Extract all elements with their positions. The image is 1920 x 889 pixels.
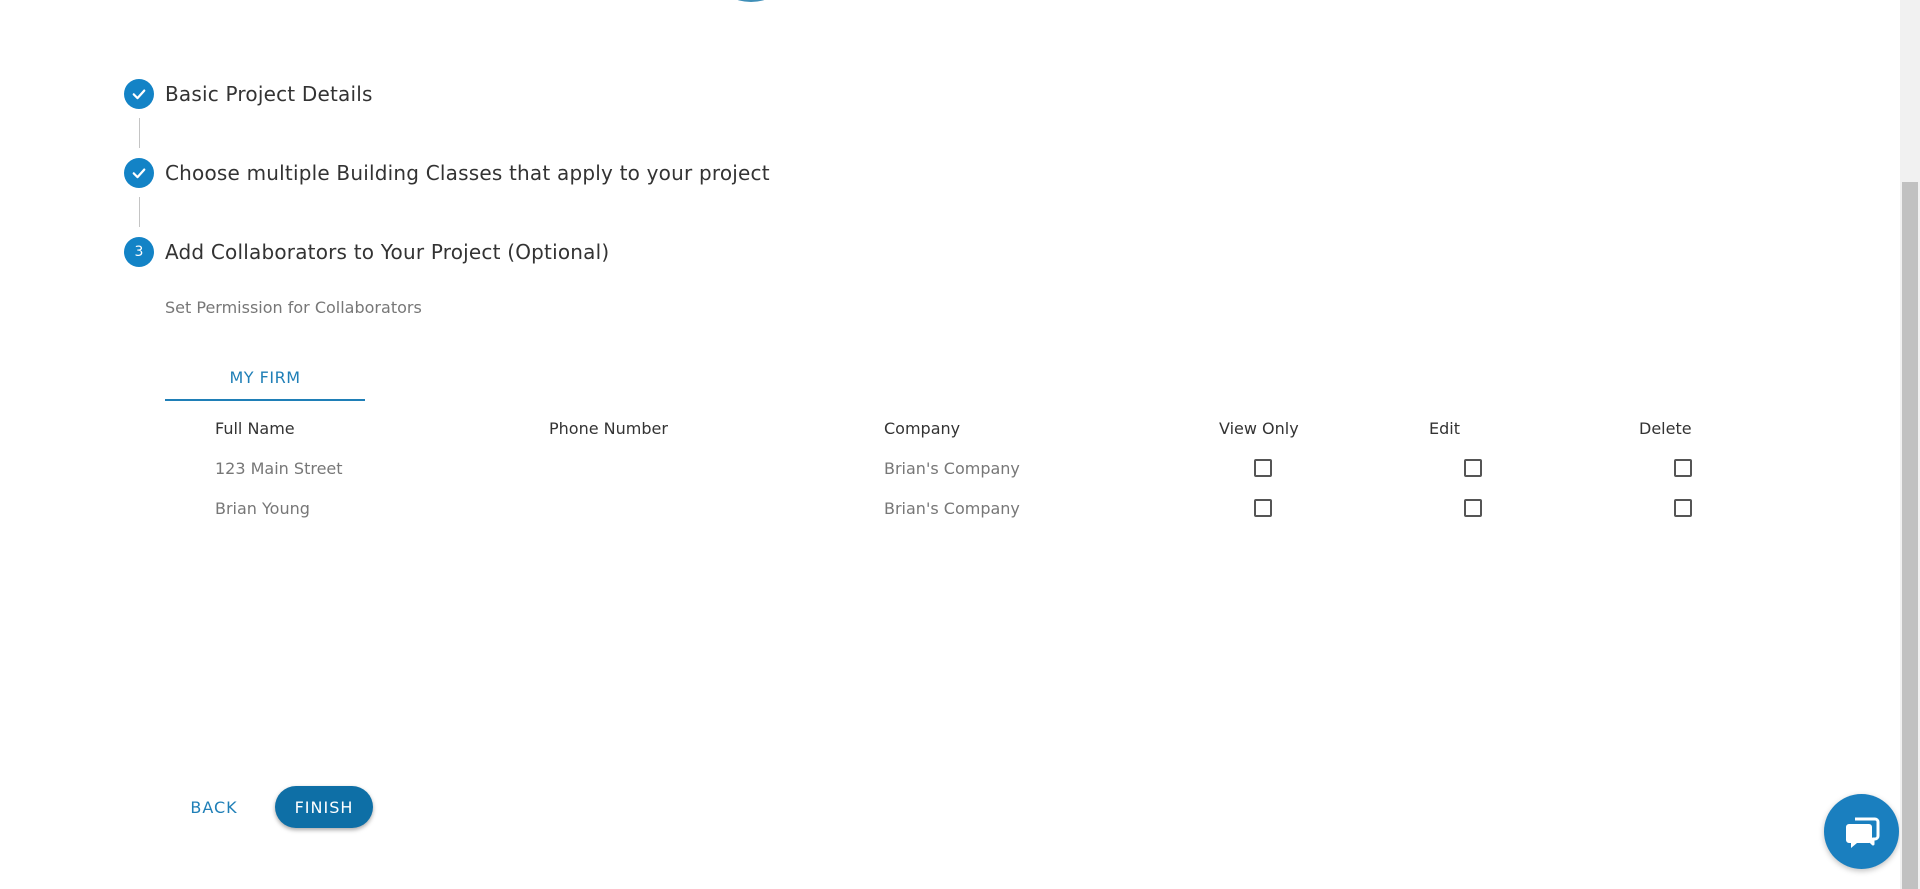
step-3-number: 3 [124,237,154,267]
step-add-collaborators: 3 Add Collaborators to Your Project (Opt… [124,237,609,267]
edit-checkbox[interactable] [1464,499,1482,517]
view-only-checkbox[interactable] [1254,499,1272,517]
table-row: 123 Main Street Brian's Company [215,448,1695,488]
row-full-name: 123 Main Street [215,458,343,478]
view-only-checkbox[interactable] [1254,459,1272,477]
step-2-label: Choose multiple Building Classes that ap… [165,161,770,185]
delete-checkbox[interactable] [1674,499,1692,517]
section-subtitle: Set Permission for Collaborators [165,298,422,317]
header-company: Company [884,418,961,438]
step-basic-project-details: Basic Project Details [124,79,373,109]
header-delete: Delete [1639,418,1692,438]
back-button[interactable]: BACK [178,786,250,828]
row-view-only-cell [1233,488,1293,528]
page: Basic Project Details Choose multiple Bu… [0,0,1920,889]
header-view-only: View Only [1219,418,1299,438]
edit-checkbox[interactable] [1464,459,1482,477]
step-1-check-icon [124,79,154,109]
chat-launcher-button[interactable] [1824,794,1899,869]
finish-button[interactable]: FINISH [275,786,373,828]
step-2-check-icon [124,158,154,188]
row-company: Brian's Company [884,498,1020,518]
table-header-row: Full Name Phone Number Company View Only… [215,408,1695,448]
step-connector [139,197,140,227]
collaborators-table: Full Name Phone Number Company View Only… [215,408,1695,528]
header-full-name: Full Name [215,418,295,438]
top-avatar-arc [722,0,780,2]
header-edit: Edit [1429,418,1460,438]
vertical-scrollbar[interactable] [1900,0,1920,889]
row-edit-cell [1443,448,1503,488]
row-edit-cell [1443,488,1503,528]
table-row: Brian Young Brian's Company [215,488,1695,528]
step-3-label: Add Collaborators to Your Project (Optio… [165,240,610,264]
scrollbar-thumb[interactable] [1902,182,1918,889]
tab-my-firm[interactable]: MY FIRM [165,355,365,401]
step-building-classes: Choose multiple Building Classes that ap… [124,158,770,188]
row-full-name: Brian Young [215,498,310,518]
row-company: Brian's Company [884,458,1020,478]
delete-checkbox[interactable] [1674,459,1692,477]
row-delete-cell [1653,448,1713,488]
chat-bubble-icon [1845,817,1879,848]
tab-bar: MY FIRM [165,355,365,401]
step-connector [139,118,140,148]
header-phone-number: Phone Number [549,418,668,438]
step-1-label: Basic Project Details [165,82,373,106]
row-view-only-cell [1233,448,1293,488]
row-delete-cell [1653,488,1713,528]
